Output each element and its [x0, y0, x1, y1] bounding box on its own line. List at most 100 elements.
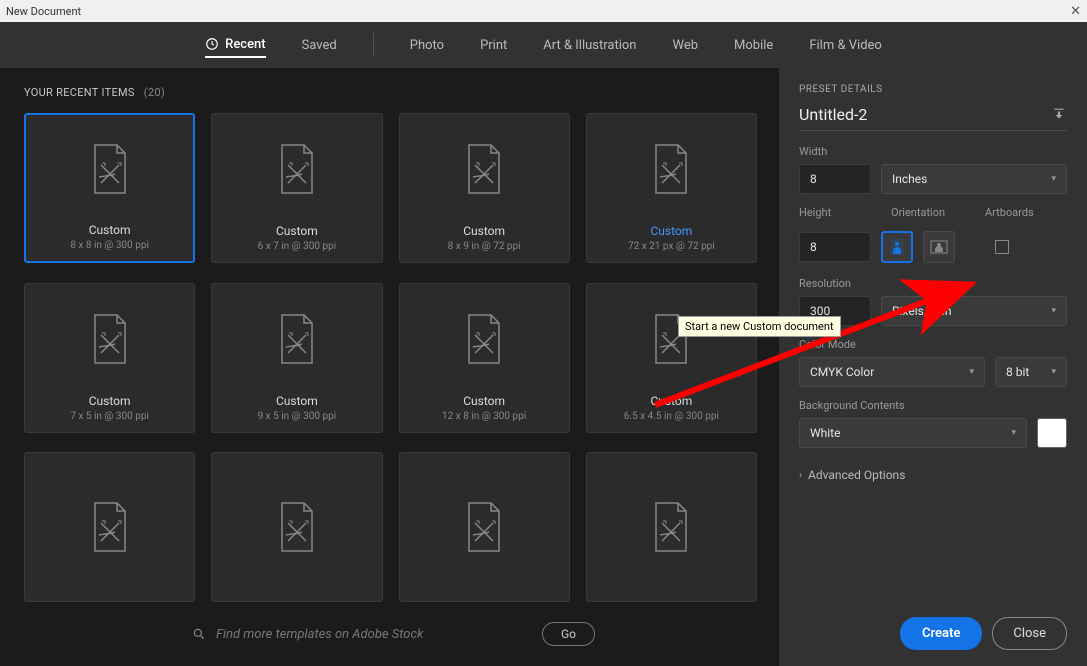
document-icon — [650, 284, 692, 394]
window-title: New Document — [6, 5, 1070, 18]
recent-items-heading: YOUR RECENT ITEMS (20) — [24, 86, 763, 99]
preset-card[interactable] — [24, 452, 195, 602]
tab-saved[interactable]: Saved — [302, 34, 337, 57]
advanced-options-toggle[interactable]: › Advanced Options — [799, 468, 1067, 482]
tab-recent[interactable]: Recent — [205, 33, 265, 58]
preset-card[interactable] — [586, 452, 757, 602]
orientation-portrait[interactable] — [881, 231, 913, 263]
tab-art[interactable]: Art & Illustration — [543, 34, 636, 57]
close-icon[interactable]: ✕ — [1070, 4, 1081, 19]
bg-value: White — [810, 426, 840, 440]
tab-label: Saved — [302, 38, 337, 53]
preset-dimensions: 8 x 8 in @ 300 ppi — [70, 240, 149, 251]
preset-card[interactable]: Custom 8 x 9 in @ 72 ppi — [399, 113, 570, 263]
bitdepth-select[interactable]: 8 bit ▾ — [995, 357, 1067, 387]
preset-dimensions: 8 x 9 in @ 72 ppi — [448, 241, 521, 252]
tab-label: Art & Illustration — [543, 38, 636, 53]
bitdepth-value: 8 bit — [1006, 365, 1029, 379]
tab-divider — [373, 33, 374, 57]
close-button[interactable]: Close — [992, 617, 1067, 650]
hover-tooltip: Start a new Custom document — [678, 316, 841, 337]
document-icon — [276, 453, 318, 601]
preset-grid: Custom 8 x 8 in @ 300 ppi Custom6 x 7 in @… — [24, 113, 763, 606]
resolution-units-value: Pixels/Inch — [892, 304, 952, 318]
landscape-icon — [930, 240, 948, 254]
preset-card[interactable]: Custom 12 x 8 in @ 300 ppi — [399, 283, 570, 433]
artboards-checkbox[interactable] — [995, 240, 1009, 254]
document-icon — [276, 284, 318, 394]
clock-icon — [205, 37, 219, 51]
orientation-label: Orientation — [891, 206, 965, 219]
preset-dimensions: 12 x 8 in @ 300 ppi — [442, 411, 526, 422]
document-icon — [463, 114, 505, 224]
bg-select[interactable]: White ▾ — [799, 418, 1027, 448]
orientation-landscape[interactable] — [923, 231, 955, 263]
tab-label: Web — [673, 38, 699, 53]
heading-text: YOUR RECENT ITEMS — [24, 86, 135, 99]
preset-dimensions: 72 x 21 px @ 72 ppi — [628, 241, 715, 252]
tab-label: Film & Video — [809, 38, 882, 53]
preset-name: Custom — [442, 394, 526, 408]
colormode-value: CMYK Color — [810, 365, 874, 379]
width-input[interactable] — [799, 164, 871, 194]
preset-name: Custom — [624, 394, 719, 408]
preset-card[interactable] — [399, 452, 570, 602]
document-icon — [89, 115, 131, 223]
preset-card[interactable]: Custom 6.5 x 4.5 in @ 300 ppi — [586, 283, 757, 433]
width-label: Width — [799, 145, 1067, 158]
go-button[interactable]: Go — [542, 622, 595, 646]
dialog-content: Recent Saved Photo Print Art & Illustrat… — [0, 22, 1087, 666]
new-document-window: New Document ✕ Recent Saved Photo Print … — [0, 0, 1087, 666]
search-input-wrap[interactable]: Find more templates on Adobe Stock — [192, 627, 532, 642]
document-icon — [463, 453, 505, 601]
tab-print[interactable]: Print — [480, 34, 507, 57]
bg-color-swatch[interactable] — [1037, 418, 1067, 448]
units-value: Inches — [892, 172, 927, 186]
document-icon — [650, 114, 692, 224]
tab-photo[interactable]: Photo — [410, 34, 444, 57]
chevron-down-icon: ▾ — [1051, 306, 1056, 316]
tab-label: Print — [480, 38, 507, 53]
height-input[interactable] — [799, 232, 871, 262]
colormode-select[interactable]: CMYK Color ▾ — [799, 357, 985, 387]
document-icon — [276, 114, 318, 224]
window-titlebar: New Document ✕ — [0, 0, 1087, 22]
footer-buttons: Create Close — [799, 605, 1067, 650]
tab-label: Mobile — [734, 38, 773, 53]
chevron-down-icon: ▾ — [969, 367, 974, 377]
document-icon — [650, 453, 692, 601]
preset-details-panel: PRESET DETAILS Untitled-2 Width Inches ▾… — [779, 68, 1087, 666]
preset-card[interactable]: Custom6 x 7 in @ 300 ppi — [211, 113, 382, 263]
save-preset-icon[interactable] — [1051, 108, 1067, 122]
preset-card[interactable]: Custom 8 x 8 in @ 300 ppi — [24, 113, 195, 263]
document-name-input[interactable]: Untitled-2 — [799, 105, 867, 124]
document-icon — [89, 453, 131, 601]
tab-web[interactable]: Web — [673, 34, 699, 57]
stock-search-bar: Find more templates on Adobe Stock Go — [24, 606, 763, 656]
document-icon — [89, 284, 131, 394]
preset-name: Custom — [258, 224, 337, 238]
resolution-label: Resolution — [799, 277, 1067, 290]
document-icon — [463, 284, 505, 394]
search-icon — [192, 627, 206, 641]
preset-dimensions: 9 x 5 in @ 300 ppi — [258, 411, 337, 422]
preset-card[interactable]: Custom9 x 5 in @ 300 ppi — [211, 283, 382, 433]
preset-dimensions: 6.5 x 4.5 in @ 300 ppi — [624, 411, 719, 422]
preset-card[interactable]: Custom72 x 21 px @ 72 ppi — [586, 113, 757, 263]
resolution-units-select[interactable]: Pixels/Inch ▾ — [881, 296, 1067, 326]
preset-card[interactable]: Custom7 x 5 in @ 300 ppi — [24, 283, 195, 433]
chevron-down-icon: ▾ — [1051, 174, 1056, 184]
height-label: Height — [799, 206, 871, 219]
heading-count: (20) — [144, 86, 165, 99]
colormode-label: Color Mode — [799, 338, 1067, 351]
preset-dimensions: 7 x 5 in @ 300 ppi — [70, 411, 149, 422]
create-button[interactable]: Create — [900, 617, 982, 650]
tab-mobile[interactable]: Mobile — [734, 34, 773, 57]
tab-label: Photo — [410, 38, 444, 53]
units-select[interactable]: Inches ▾ — [881, 164, 1067, 194]
chevron-down-icon: ▾ — [1051, 367, 1056, 377]
preset-name: Custom — [448, 224, 521, 238]
tab-film[interactable]: Film & Video — [809, 34, 882, 57]
preset-card[interactable] — [211, 452, 382, 602]
preset-name: Custom — [70, 223, 149, 237]
